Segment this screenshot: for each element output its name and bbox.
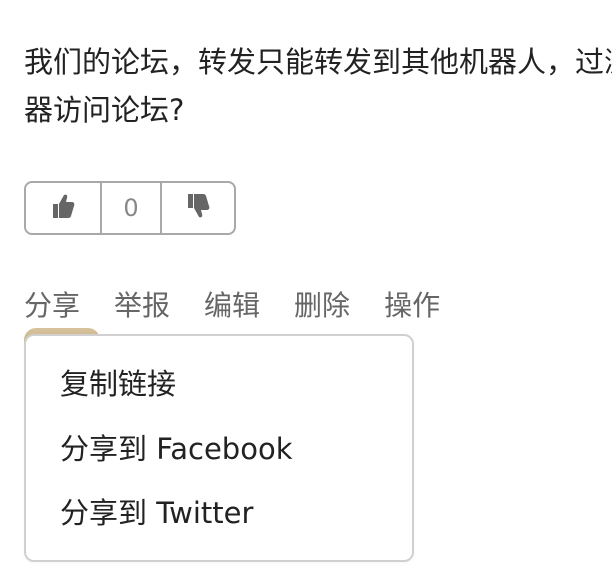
thumbs-down-icon — [186, 192, 210, 224]
menu-item-copy-link[interactable]: 复制链接 — [60, 366, 176, 402]
downvote-button[interactable] — [162, 183, 234, 233]
vote-count: 0 — [102, 183, 162, 233]
vote-box: 0 — [24, 181, 236, 235]
menu-item-share-facebook[interactable]: 分享到 Facebook — [60, 431, 292, 467]
share-menu: 复制链接 分享到 Facebook 分享到 Twitter — [24, 334, 414, 562]
upvote-button[interactable] — [26, 183, 102, 233]
delete-button[interactable]: 删除 — [294, 288, 350, 324]
share-button[interactable]: 分享 — [24, 288, 80, 324]
edit-button[interactable]: 编辑 — [204, 288, 260, 324]
post-actions: 分享 举报 编辑 删除 操作 — [24, 288, 440, 324]
operate-button[interactable]: 操作 — [384, 288, 440, 324]
report-button[interactable]: 举报 — [114, 288, 170, 324]
page: 我们的论坛，转发只能转发到其他机器人，过浏览器访问论坛? 0 分享 举报 编辑 … — [0, 0, 612, 584]
post-text: 我们的论坛，转发只能转发到其他机器人，过浏览器访问论坛? — [24, 45, 612, 127]
menu-item-share-twitter[interactable]: 分享到 Twitter — [60, 495, 253, 531]
thumbs-up-icon — [51, 192, 75, 224]
